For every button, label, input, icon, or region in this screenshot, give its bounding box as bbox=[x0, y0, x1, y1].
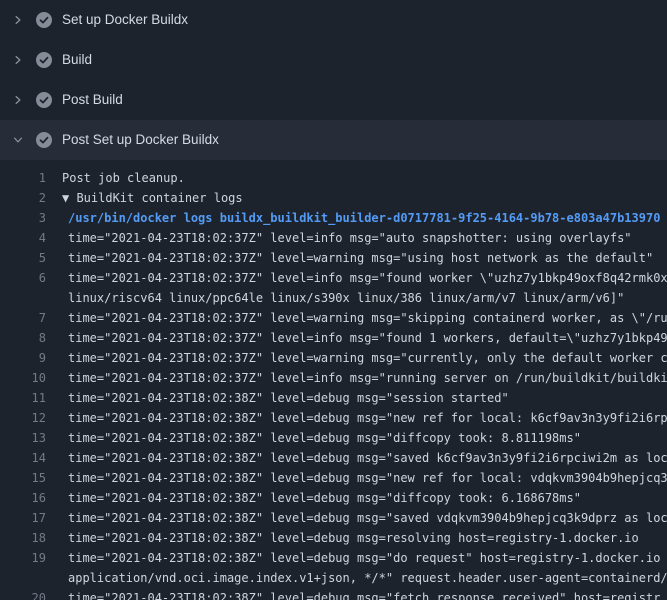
log-row: 11time="2021-04-23T18:02:38Z" level=debu… bbox=[0, 388, 667, 408]
log-row: 8time="2021-04-23T18:02:37Z" level=info … bbox=[0, 328, 667, 348]
chevron-right-icon bbox=[12, 54, 24, 66]
line-text: time="2021-04-23T18:02:37Z" level=warnin… bbox=[52, 348, 667, 368]
line-text: Post job cleanup. bbox=[52, 168, 185, 188]
line-number[interactable]: 14 bbox=[0, 448, 52, 468]
line-text: time="2021-04-23T18:02:38Z" level=debug … bbox=[52, 508, 667, 528]
line-number[interactable]: 9 bbox=[0, 348, 52, 368]
log-row: 15time="2021-04-23T18:02:38Z" level=debu… bbox=[0, 468, 667, 488]
line-number[interactable]: 7 bbox=[0, 308, 52, 328]
log-row: 9time="2021-04-23T18:02:37Z" level=warni… bbox=[0, 348, 667, 368]
log-row: linux/riscv64 linux/ppc64le linux/s390x … bbox=[0, 288, 667, 308]
step-title: Set up Docker Buildx bbox=[62, 0, 188, 40]
step-title: Post Set up Docker Buildx bbox=[62, 120, 219, 160]
log-row: 14time="2021-04-23T18:02:38Z" level=debu… bbox=[0, 448, 667, 468]
line-text: time="2021-04-23T18:02:37Z" level=warnin… bbox=[52, 308, 667, 328]
check-circle-icon bbox=[36, 12, 52, 28]
log-row: 4time="2021-04-23T18:02:37Z" level=info … bbox=[0, 228, 667, 248]
line-text: time="2021-04-23T18:02:37Z" level=info m… bbox=[52, 368, 667, 388]
line-text: time="2021-04-23T18:02:37Z" level=info m… bbox=[52, 328, 667, 348]
line-text: time="2021-04-23T18:02:38Z" level=debug … bbox=[52, 528, 639, 548]
log-command-row: 3/usr/bin/docker logs buildx_buildkit_bu… bbox=[0, 208, 667, 228]
line-number bbox=[0, 568, 52, 588]
line-text: time="2021-04-23T18:02:38Z" level=debug … bbox=[52, 428, 581, 448]
log-row: 17time="2021-04-23T18:02:38Z" level=debu… bbox=[0, 508, 667, 528]
line-text: time="2021-04-23T18:02:37Z" level=info m… bbox=[52, 228, 632, 248]
line-number[interactable]: 13 bbox=[0, 428, 52, 448]
line-number bbox=[0, 288, 52, 308]
log-row: 12time="2021-04-23T18:02:38Z" level=debu… bbox=[0, 408, 667, 428]
step-header-set-up-docker-buildx[interactable]: Set up Docker Buildx bbox=[0, 0, 667, 40]
line-text: time="2021-04-23T18:02:38Z" level=debug … bbox=[52, 448, 667, 468]
line-number[interactable]: 4 bbox=[0, 228, 52, 248]
chevron-right-icon bbox=[12, 14, 24, 26]
log-row: 16time="2021-04-23T18:02:38Z" level=debu… bbox=[0, 488, 667, 508]
log-row: 10time="2021-04-23T18:02:37Z" level=info… bbox=[0, 368, 667, 388]
step-header-build[interactable]: Build bbox=[0, 40, 667, 80]
log-row: 1Post job cleanup. bbox=[0, 168, 667, 188]
line-number[interactable]: 6 bbox=[0, 268, 52, 288]
line-number[interactable]: 10 bbox=[0, 368, 52, 388]
line-number[interactable]: 20 bbox=[0, 588, 52, 600]
line-number[interactable]: 8 bbox=[0, 328, 52, 348]
check-circle-icon bbox=[36, 132, 52, 148]
line-text: time="2021-04-23T18:02:38Z" level=debug … bbox=[52, 488, 581, 508]
line-number[interactable]: 17 bbox=[0, 508, 52, 528]
line-text: time="2021-04-23T18:02:37Z" level=info m… bbox=[52, 268, 667, 288]
line-number[interactable]: 18 bbox=[0, 528, 52, 548]
log-panel: 1Post job cleanup.2▼ BuildKit container … bbox=[0, 160, 667, 600]
line-text: time="2021-04-23T18:02:37Z" level=warnin… bbox=[52, 248, 653, 268]
check-circle-icon bbox=[36, 52, 52, 68]
log-group-row: 2▼ BuildKit container logs bbox=[0, 188, 667, 208]
chevron-down-icon bbox=[12, 134, 24, 146]
line-number[interactable]: 2 bbox=[0, 188, 52, 208]
line-text: /usr/bin/docker logs buildx_buildkit_bui… bbox=[52, 208, 660, 228]
log-row: 19time="2021-04-23T18:02:38Z" level=debu… bbox=[0, 548, 667, 568]
line-number[interactable]: 1 bbox=[0, 168, 52, 188]
line-number[interactable]: 19 bbox=[0, 548, 52, 568]
line-text: time="2021-04-23T18:02:38Z" level=debug … bbox=[52, 548, 667, 568]
step-header-post-set-up-docker-buildx[interactable]: Post Set up Docker Buildx bbox=[0, 120, 667, 160]
step-header-post-build[interactable]: Post Build bbox=[0, 80, 667, 120]
line-number[interactable]: 16 bbox=[0, 488, 52, 508]
log-row: application/vnd.oci.image.index.v1+json,… bbox=[0, 568, 667, 588]
line-text: time="2021-04-23T18:02:38Z" level=debug … bbox=[52, 408, 667, 428]
log-row: 20time="2021-04-23T18:02:38Z" level=debu… bbox=[0, 588, 667, 600]
check-circle-icon bbox=[36, 92, 52, 108]
log-row: 6time="2021-04-23T18:02:37Z" level=info … bbox=[0, 268, 667, 288]
line-text: linux/riscv64 linux/ppc64le linux/s390x … bbox=[52, 288, 624, 308]
line-text: time="2021-04-23T18:02:38Z" level=debug … bbox=[52, 588, 660, 600]
line-number[interactable]: 12 bbox=[0, 408, 52, 428]
chevron-right-icon bbox=[12, 94, 24, 106]
step-title: Build bbox=[62, 40, 92, 80]
steps-list: Set up Docker Buildx Build Post Build Po… bbox=[0, 0, 667, 160]
line-text: application/vnd.oci.image.index.v1+json,… bbox=[52, 568, 667, 588]
log-row: 13time="2021-04-23T18:02:38Z" level=debu… bbox=[0, 428, 667, 448]
log-group-toggle-text[interactable]: ▼ BuildKit container logs bbox=[52, 188, 243, 208]
log-row: 18time="2021-04-23T18:02:38Z" level=debu… bbox=[0, 528, 667, 548]
line-number[interactable]: 11 bbox=[0, 388, 52, 408]
line-number[interactable]: 3 bbox=[0, 208, 52, 228]
step-title: Post Build bbox=[62, 80, 123, 120]
line-text: time="2021-04-23T18:02:38Z" level=debug … bbox=[52, 468, 667, 488]
line-number[interactable]: 5 bbox=[0, 248, 52, 268]
line-text: time="2021-04-23T18:02:38Z" level=debug … bbox=[52, 388, 509, 408]
log-row: 5time="2021-04-23T18:02:37Z" level=warni… bbox=[0, 248, 667, 268]
line-number[interactable]: 15 bbox=[0, 468, 52, 488]
log-row: 7time="2021-04-23T18:02:37Z" level=warni… bbox=[0, 308, 667, 328]
